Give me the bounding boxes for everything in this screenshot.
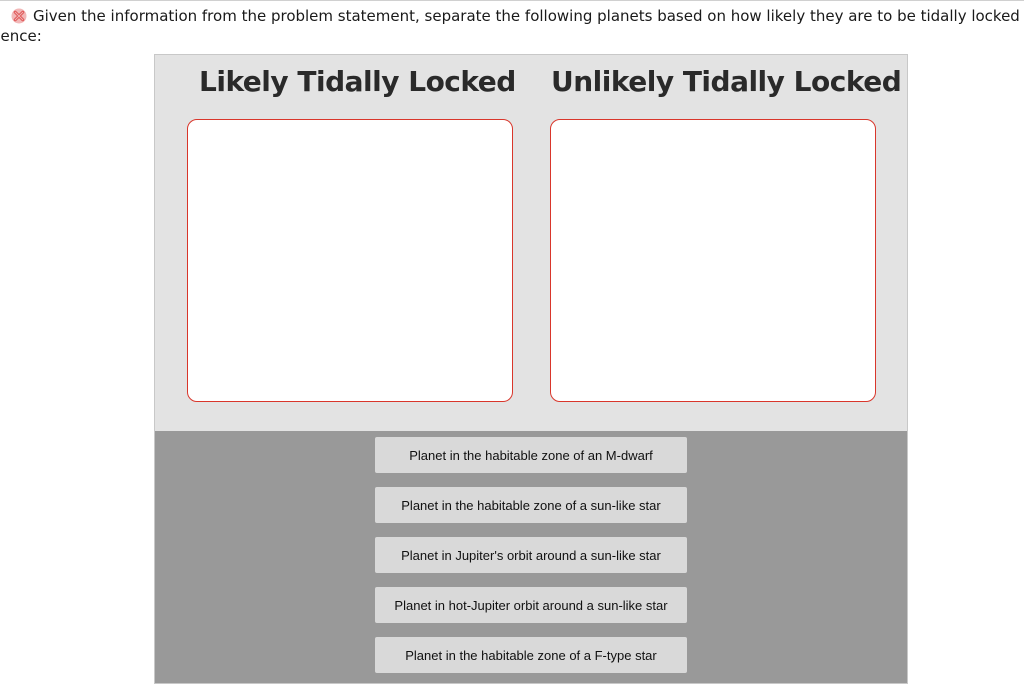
draggable-card-hot-jupiter[interactable]: Planet in hot-Jupiter orbit around a sun…	[375, 587, 687, 623]
draggable-card-sun-like-habitable[interactable]: Planet in the habitable zone of a sun-li…	[375, 487, 687, 523]
draggable-card-jupiter-orbit[interactable]: Planet in Jupiter's orbit around a sun-l…	[375, 537, 687, 573]
drag-drop-widget: Likely Tidally Locked Unlikely Tidally L…	[154, 54, 908, 684]
drop-bin-unlikely[interactable]	[550, 119, 876, 402]
question-row-1: Given the information from the problem s…	[11, 6, 1024, 26]
top-divider	[0, 0, 1024, 1]
bin-title-unlikely: Unlikely Tidally Locked	[551, 65, 902, 98]
incorrect-x-icon	[11, 8, 27, 24]
draggable-card-f-type[interactable]: Planet in the habitable zone of a F-type…	[375, 637, 687, 673]
bin-title-likely: Likely Tidally Locked	[199, 65, 516, 98]
question-prompt: Given the information from the problem s…	[0, 4, 1024, 48]
question-text-line2: uence:	[0, 27, 42, 45]
draggable-card-m-dwarf[interactable]: Planet in the habitable zone of an M-dwa…	[375, 437, 687, 473]
question-text-line1: Given the information from the problem s…	[33, 7, 1024, 25]
card-tray: Planet in the habitable zone of an M-dwa…	[155, 431, 907, 683]
question-row-2: uence:	[0, 26, 42, 46]
drop-bin-likely[interactable]	[187, 119, 513, 402]
drop-area: Likely Tidally Locked Unlikely Tidally L…	[155, 55, 907, 431]
